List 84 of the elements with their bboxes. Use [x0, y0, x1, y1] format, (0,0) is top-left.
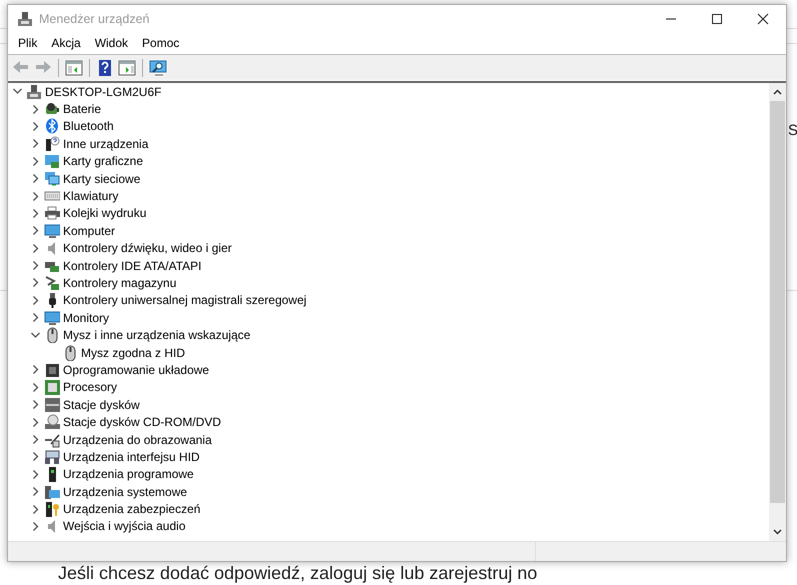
- tree-item[interactable]: Urządzenia programowe: [63, 467, 194, 482]
- drive-icon: [44, 396, 60, 413]
- expand-icon[interactable]: [30, 156, 41, 167]
- expand-icon[interactable]: [30, 520, 41, 532]
- tree-item[interactable]: Karty sieciowe: [63, 172, 140, 186]
- menu-item[interactable]: Akcja: [44, 36, 88, 50]
- scroll-thumb[interactable]: [770, 101, 785, 503]
- expand-icon[interactable]: [30, 260, 41, 272]
- network-icon: [44, 170, 60, 187]
- page-text: S: [788, 122, 797, 139]
- system-icon: [44, 484, 60, 500]
- tree-item[interactable]: Mysz i inne urządzenia wskazujące: [63, 328, 250, 342]
- processor-icon: [44, 379, 60, 396]
- maximize-icon: [711, 12, 723, 24]
- tree-item[interactable]: Inne urządzenia: [63, 136, 148, 151]
- help-icon: [96, 58, 114, 76]
- expand-icon[interactable]: [30, 416, 41, 428]
- tree-item[interactable]: Stacje dysków CD-ROM/DVD: [63, 415, 222, 430]
- expand-icon[interactable]: [30, 225, 41, 236]
- tree-item[interactable]: Monitory: [63, 310, 110, 325]
- disc-drive-icon: [44, 414, 60, 430]
- monitor-icon: [44, 310, 60, 326]
- tree-item[interactable]: Mysz zgodna z HID: [81, 346, 186, 360]
- expand-icon[interactable]: [30, 486, 41, 498]
- panel-icon: [118, 58, 136, 76]
- expand-icon[interactable]: [30, 104, 41, 115]
- expand-icon[interactable]: [30, 138, 41, 150]
- tree-item[interactable]: Kolejki wydruku: [63, 206, 146, 220]
- close-icon: [757, 12, 769, 24]
- tree-item[interactable]: Bluetooth: [63, 119, 114, 134]
- tree-item[interactable]: Stacje dysków: [63, 398, 140, 412]
- chip-icon: [44, 362, 60, 378]
- expand-icon[interactable]: [30, 468, 41, 480]
- tree-item[interactable]: Kontrolery dźwięku, wideo i gier: [63, 241, 232, 256]
- tree-item[interactable]: Kontrolery IDE ATA/ATAPI: [63, 258, 202, 273]
- expand-icon[interactable]: [30, 434, 41, 445]
- expand-icon[interactable]: [30, 504, 41, 515]
- scroll-up-icon[interactable]: [773, 89, 782, 95]
- tree-item[interactable]: Kontrolery magazynu: [63, 276, 176, 290]
- window-title: Menedżer urządzeń: [39, 12, 150, 26]
- tree-item[interactable]: Wejścia i wyjścia audio: [63, 519, 186, 534]
- tree-item[interactable]: Urządzenia do obrazowania: [63, 432, 212, 446]
- tree-item[interactable]: DESKTOP-LGM2U6F: [45, 84, 162, 99]
- tower-key-icon: [44, 501, 60, 518]
- expand-icon[interactable]: [30, 451, 41, 462]
- bluetooth-icon: [44, 118, 60, 134]
- expand-icon[interactable]: [30, 294, 41, 306]
- scanner-icon: [44, 432, 60, 448]
- panel-icon: [65, 58, 83, 76]
- expand-icon[interactable]: [30, 277, 41, 288]
- storage-icon: [44, 274, 60, 291]
- expand-icon[interactable]: [30, 120, 41, 132]
- tree-item[interactable]: Urządzenia systemowe: [63, 484, 188, 499]
- page-text: Jeśli chcesz dodać odpowiedź, zaloguj się lub zarejestruj no: [58, 563, 538, 584]
- tree-item[interactable]: Karty graficzne: [63, 154, 144, 168]
- monitor-icon: [44, 222, 60, 239]
- tree-item[interactable]: Oprogramowanie układowe: [63, 362, 210, 377]
- monitor-search-icon: [149, 58, 167, 76]
- expand-icon[interactable]: [30, 312, 41, 324]
- unknown-device-icon: [44, 136, 60, 152]
- menu-item[interactable]: Plik: [11, 36, 44, 50]
- tree-item[interactable]: Urządzenia interfejsu HID: [63, 450, 200, 464]
- tree-item[interactable]: Klawiatury: [63, 189, 118, 204]
- tree-item[interactable]: Procesory: [63, 380, 118, 394]
- expand-icon[interactable]: [30, 242, 41, 254]
- expand-icon[interactable]: [30, 382, 41, 393]
- expand-icon[interactable]: [30, 173, 41, 184]
- computer-icon: [26, 84, 42, 100]
- scrollbar[interactable]: [769, 83, 786, 541]
- input-device-icon: [44, 448, 60, 465]
- printer-icon: [44, 205, 60, 222]
- menu-item[interactable]: Pomoc: [135, 36, 186, 50]
- scroll-down-icon[interactable]: [773, 529, 782, 535]
- tree-item[interactable]: Baterie: [63, 102, 102, 116]
- expand-icon[interactable]: [30, 208, 41, 219]
- display-adapter-icon: [44, 153, 60, 170]
- tree-item[interactable]: Kontrolery uniwersalnej magistrali szeregowej: [63, 293, 306, 308]
- tree-item[interactable]: Komputer: [63, 224, 116, 238]
- expand-icon[interactable]: [30, 190, 41, 202]
- menu-item[interactable]: Widok: [88, 36, 136, 50]
- expand-icon[interactable]: [30, 399, 41, 410]
- tree-item[interactable]: Urządzenia zabezpieczeń: [63, 502, 200, 516]
- app-icon: [17, 10, 33, 26]
- expand-icon[interactable]: [30, 364, 41, 376]
